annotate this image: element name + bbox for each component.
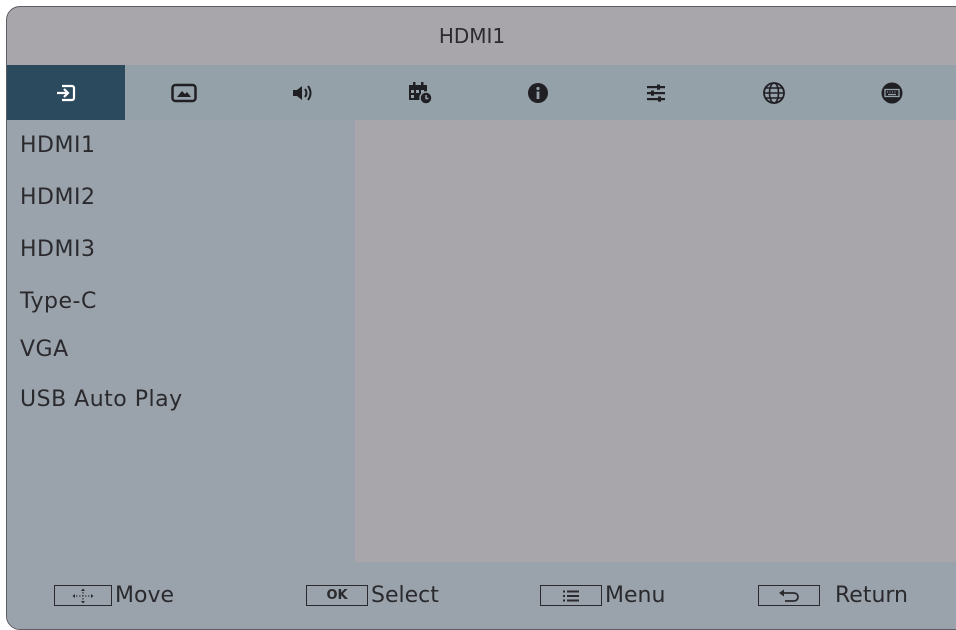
- picture-icon: [171, 83, 197, 102]
- hint-return: Return: [758, 562, 908, 629]
- footer-hints: Move OK Select Menu Return: [7, 562, 956, 629]
- input-source-icon: [57, 84, 76, 101]
- source-item-hdmi2[interactable]: HDMI2: [20, 183, 95, 213]
- return-key: [758, 585, 820, 606]
- volume-icon: [293, 84, 312, 101]
- source-item-vga[interactable]: VGA: [20, 335, 69, 365]
- source-item-hdmi1[interactable]: HDMI1: [20, 131, 95, 161]
- hint-menu: Menu: [540, 562, 665, 629]
- page-title: HDMI1: [438, 24, 506, 48]
- tab-schedule[interactable]: [361, 65, 479, 120]
- move-arrows-icon: [72, 588, 94, 603]
- tab-language[interactable]: [715, 65, 833, 120]
- title-bar: HDMI1: [7, 7, 956, 65]
- move-label: Move: [115, 583, 174, 608]
- osd-menu: HDMI1 HDMI1 HDMI2 HDMI3 Type-C VGA USB A…: [6, 6, 956, 630]
- tab-input[interactable]: [7, 65, 125, 120]
- return-icon: [779, 589, 799, 602]
- select-label: Select: [371, 583, 439, 608]
- source-item-type-c[interactable]: Type-C: [20, 287, 97, 317]
- adjust-icon: [647, 84, 665, 102]
- tab-adjust[interactable]: [597, 65, 715, 120]
- ok-key: OK: [306, 585, 368, 606]
- move-key: [54, 585, 112, 606]
- source-item-hdmi3[interactable]: HDMI3: [20, 235, 95, 265]
- content-area: [355, 120, 956, 562]
- tab-bar: [7, 65, 956, 120]
- tab-picture[interactable]: [125, 65, 243, 120]
- tab-other[interactable]: [833, 65, 951, 120]
- source-list: HDMI1 HDMI2 HDMI3 Type-C VGA USB Auto Pl…: [7, 120, 355, 562]
- schedule-icon: [409, 81, 433, 105]
- hint-select: OK Select: [306, 562, 439, 629]
- source-item-usb-auto-play[interactable]: USB Auto Play: [20, 385, 183, 415]
- menu-key: [540, 585, 602, 606]
- keyboard-icon: [881, 82, 903, 103]
- menu-icon: [563, 590, 579, 601]
- tab-information[interactable]: [479, 65, 597, 120]
- return-label: Return: [835, 583, 909, 608]
- menu-label: Menu: [605, 583, 666, 608]
- tab-audio[interactable]: [243, 65, 361, 120]
- language-icon: [763, 81, 785, 104]
- hint-move: Move: [54, 562, 174, 629]
- info-icon: [528, 82, 548, 103]
